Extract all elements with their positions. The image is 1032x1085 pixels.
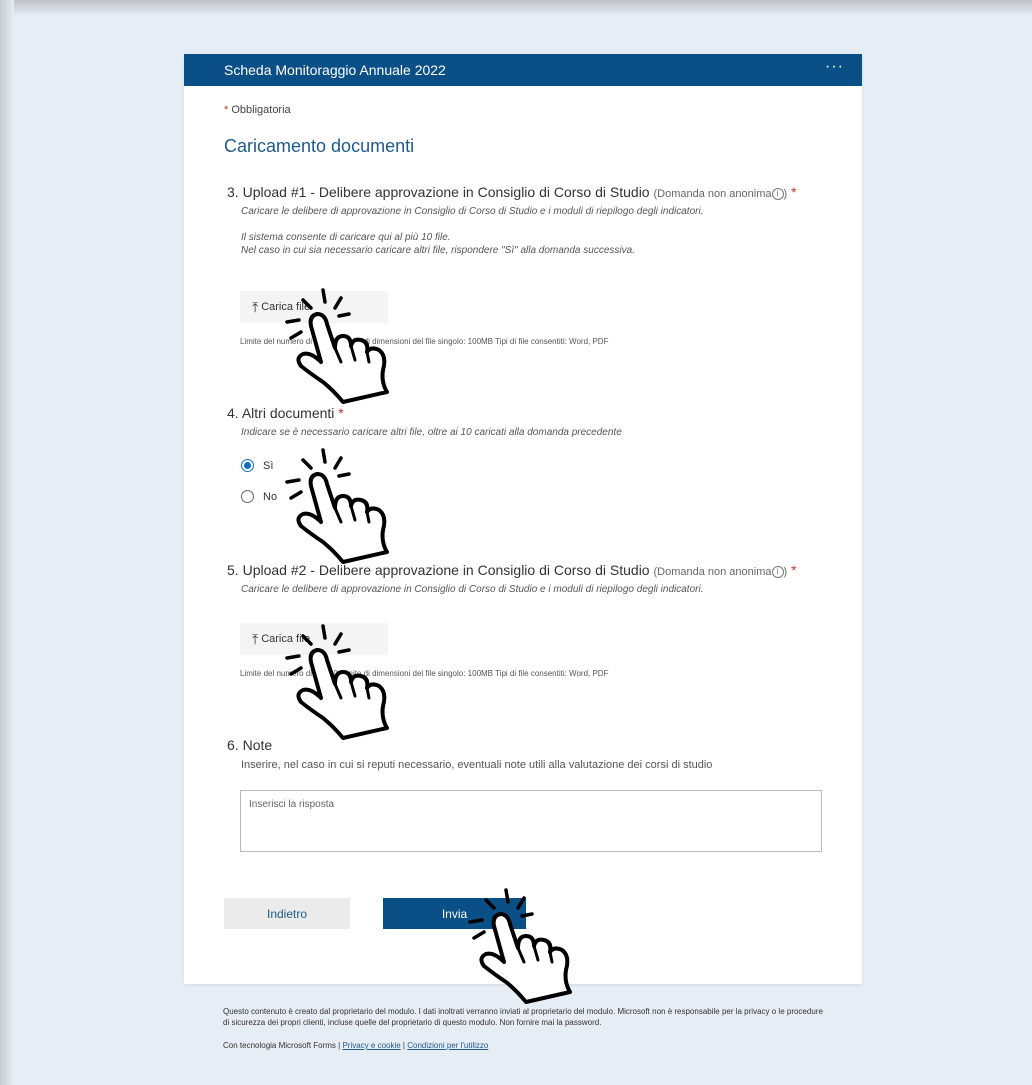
question-text: Note <box>242 737 273 753</box>
question-3-title: 3. Upload #1 - Delibere approvazione in … <box>227 184 842 201</box>
section-title: Caricamento documenti <box>224 136 415 156</box>
question-4-title: 4. Altri documenti * <box>227 405 842 421</box>
footer-powered-by: Con tecnologia Microsoft Forms | Privacy… <box>223 1040 823 1051</box>
form-title: Scheda Monitoraggio Annuale 2022 <box>224 62 446 78</box>
upload-limits-1: Limite del numero di file: 10 Limite di … <box>240 337 609 346</box>
notes-input[interactable] <box>249 799 813 843</box>
radio-label: Sì <box>263 459 274 472</box>
notes-answer-box[interactable] <box>240 790 822 852</box>
radio-button-checked[interactable] <box>241 459 254 472</box>
question-5-description: Caricare le delibere di approvazione in … <box>241 584 704 596</box>
info-icon[interactable]: i <box>771 188 784 201</box>
radio-option-no[interactable]: No <box>241 490 277 503</box>
question-6-description: Inserire, nel caso in cui si reputi nece… <box>241 759 713 771</box>
question-text: Upload #1 - Delibere approvazione in Con… <box>242 184 650 200</box>
question-6-title: 6. Note <box>227 737 842 753</box>
submit-button[interactable]: Invia <box>383 898 526 929</box>
question-number: 6. <box>227 737 239 753</box>
required-star: * <box>791 184 797 200</box>
privacy-link[interactable]: Privacy e cookie <box>342 1041 400 1050</box>
upload-button-label: Carica file <box>261 633 311 645</box>
more-options-button[interactable]: ··· <box>825 58 844 82</box>
question-3-description: Caricare le delibere di approvazione in … <box>241 206 704 257</box>
info-icon[interactable]: i <box>771 566 784 579</box>
question-number: 3. <box>227 184 239 200</box>
question-text: Altri documenti <box>241 405 335 421</box>
question-number: 4. <box>227 405 239 421</box>
upload-icon: ⤒ <box>252 298 259 315</box>
footer: Questo contenuto è creato dal proprietar… <box>223 1006 823 1051</box>
upload-button-label: Carica file <box>261 301 311 313</box>
form-card: Scheda Monitoraggio Annuale 2022 ··· * O… <box>184 54 862 984</box>
powered-by-text: Con tecnologia Microsoft Forms | <box>223 1041 343 1050</box>
terms-link[interactable]: Condizioni per l'utilizzo <box>407 1041 488 1050</box>
required-star: * <box>791 562 797 578</box>
upload-button-1[interactable]: ⤒ Carica file <box>240 291 388 323</box>
question-text: Upload #2 - Delibere approvazione in Con… <box>242 562 650 578</box>
question-4-description: Indicare se è necessario caricare altri … <box>241 427 622 438</box>
question-3: 3. Upload #1 - Delibere approvazione in … <box>227 184 842 257</box>
radio-option-si[interactable]: Sì <box>241 459 273 472</box>
question-5: 5. Upload #2 - Delibere approvazione in … <box>227 562 842 596</box>
question-4: 4. Altri documenti * Indicare se è neces… <box>227 405 842 439</box>
question-number: 5. <box>227 562 239 578</box>
required-note: * Obbligatoria <box>224 104 291 116</box>
footer-disclaimer: Questo contenuto è creato dal proprietar… <box>223 1007 823 1027</box>
question-meta: (Domanda non anonima i) <box>653 566 788 579</box>
required-note-text: Obbligatoria <box>231 104 291 116</box>
window-frame-top <box>0 0 1032 16</box>
question-5-title: 5. Upload #2 - Delibere approvazione in … <box>227 562 842 579</box>
radio-button[interactable] <box>241 490 254 503</box>
radio-label: No <box>263 490 278 503</box>
question-meta: (Domanda non anonima i) <box>653 188 788 201</box>
upload-icon: ⤒ <box>252 630 259 647</box>
required-star: * <box>338 405 344 421</box>
window-frame-left <box>0 0 14 1085</box>
upload-limits-2: Limite del numero di file: 10 Limite di … <box>240 669 609 678</box>
required-star: * <box>224 104 229 116</box>
question-6: 6. Note Inserire, nel caso in cui si rep… <box>227 737 842 771</box>
upload-button-2[interactable]: ⤒ Carica file <box>240 623 388 655</box>
back-button[interactable]: Indietro <box>224 898 350 929</box>
form-header: Scheda Monitoraggio Annuale 2022 ··· <box>184 54 862 86</box>
